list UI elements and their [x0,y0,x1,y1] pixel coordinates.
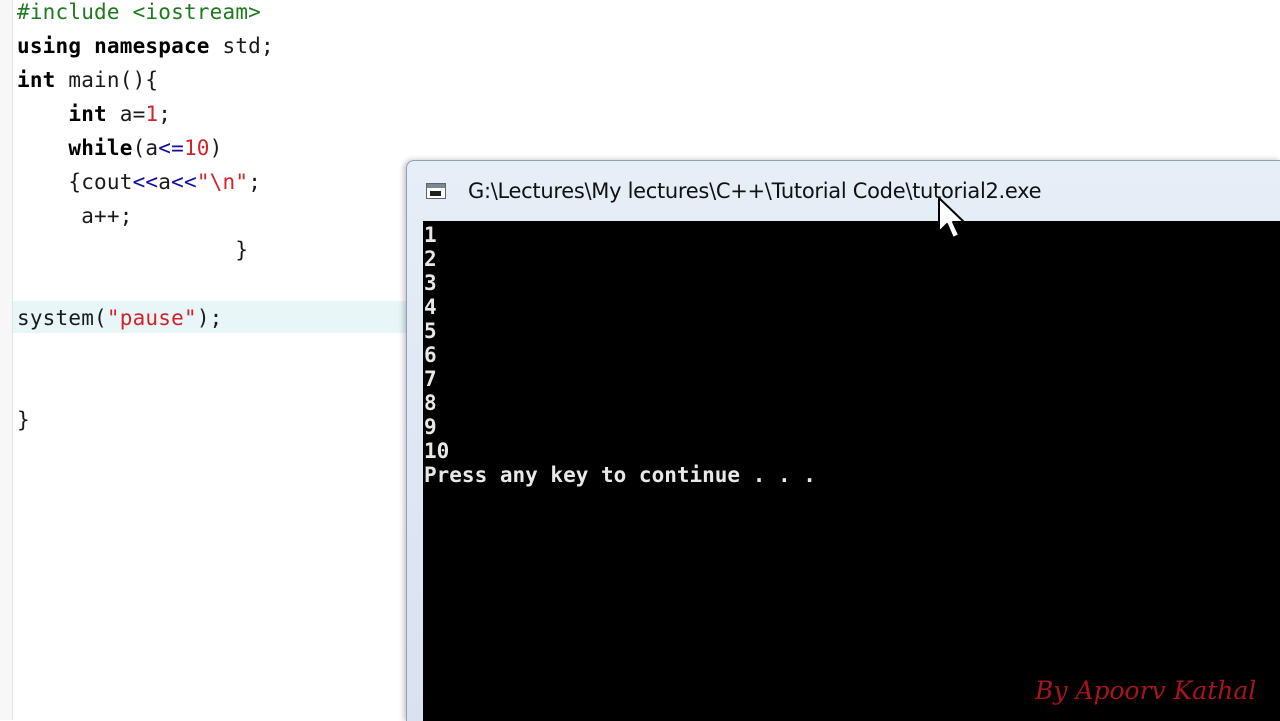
code-token: a [158,170,172,194]
watermark-text: By Apoorv Kathal [1035,676,1257,705]
editor-gutter [0,0,13,720]
console-output-line: Press any key to continue . . . [424,463,816,487]
code-token: (a [132,136,159,160]
code-token: int [68,102,107,126]
code-token: "\n" [196,170,249,194]
arrow-cursor-icon [938,197,965,239]
code-line[interactable]: int a=1; [17,97,171,131]
code-token: using [17,34,82,58]
console-output-line: 6 [424,343,437,367]
code-token: 1 [145,102,159,126]
code-token: main(){ [55,68,159,92]
code-line[interactable]: using namespace std; [17,29,274,63]
code-line[interactable]: int main(){ [17,63,158,97]
code-token: std; [209,34,274,58]
code-token: "pause" [106,306,197,330]
code-line[interactable]: } [17,403,30,437]
code-token: namespace [94,34,210,58]
console-output-line: 10 [424,439,450,463]
code-line[interactable]: system("pause"); [17,301,223,335]
console-output-line: 5 [424,319,437,343]
code-token: a++; [17,204,133,228]
code-line[interactable]: a++; [17,199,133,233]
code-token: << [132,170,159,194]
code-token: ); [196,306,223,330]
code-token: << [171,170,197,194]
code-token: } [17,238,249,262]
code-line[interactable]: } [17,233,248,267]
code-token: int [17,68,56,92]
code-token: ; [248,170,262,194]
console-output-line: 7 [424,367,437,391]
code-token: #include <iostream> [17,0,262,24]
console-output-line: 4 [424,295,437,319]
code-token: <= [158,136,184,160]
code-token: } [17,408,30,432]
console-window[interactable]: G:\Lectures\My lectures\C++\Tutorial Cod… [406,160,1280,721]
code-line[interactable]: #include <iostream> [17,0,261,29]
code-token: 10 [183,136,210,160]
code-token: system( [17,306,107,330]
console-app-icon[interactable] [426,183,446,199]
console-output-line: 1 [424,223,437,247]
code-token: ; [158,102,172,126]
console-output-line: 2 [424,247,437,271]
console-output-line: 8 [424,391,437,415]
console-output-area[interactable]: 1 2 3 4 5 6 7 8 9 10 Press any key to continue . .… [423,221,1280,721]
code-token: while [68,136,133,160]
console-output-line: 3 [424,271,437,295]
code-token: {cout [17,170,133,194]
console-output-line: 9 [424,415,437,439]
code-token: a= [106,102,146,126]
code-token: ) [209,136,223,160]
code-line[interactable]: while(a<=10) [17,131,223,165]
code-line[interactable]: {cout<<a<<"\n"; [17,165,261,199]
console-titlebar[interactable]: G:\Lectures\My lectures\C++\Tutorial Cod… [407,161,1280,221]
